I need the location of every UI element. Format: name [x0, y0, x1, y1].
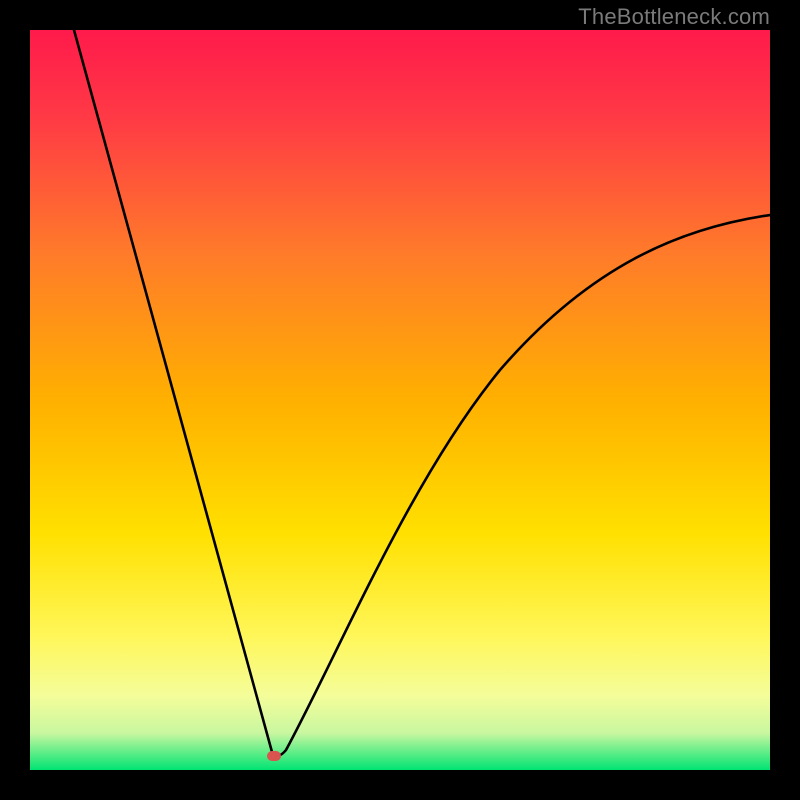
- watermark-text: TheBottleneck.com: [578, 4, 770, 30]
- gradient-background: [30, 30, 770, 770]
- bottleneck-plot: [30, 30, 770, 770]
- chart-frame: [30, 30, 770, 770]
- min-marker: [267, 751, 281, 761]
